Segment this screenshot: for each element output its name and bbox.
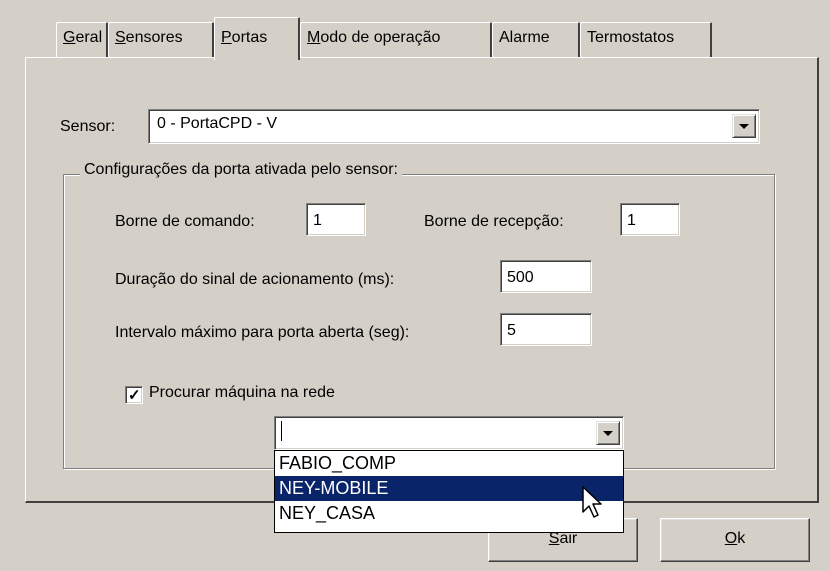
machine-combobox-value bbox=[281, 421, 282, 441]
chevron-down-icon[interactable] bbox=[732, 114, 756, 138]
procurar-label: Procurar máquina na rede bbox=[149, 384, 335, 401]
borne-recepcao-label: Borne de recepção: bbox=[424, 213, 564, 230]
chevron-down-icon[interactable] bbox=[596, 421, 620, 445]
list-item[interactable]: FABIO_COMP bbox=[275, 451, 623, 476]
check-icon: ✓ bbox=[128, 387, 141, 404]
ok-button[interactable]: Ok bbox=[660, 518, 810, 562]
borne-comando-label: Borne de comando: bbox=[115, 213, 255, 230]
intervalo-label: Intervalo máximo para porta aberta (seg)… bbox=[115, 324, 410, 341]
list-item[interactable]: NEY-MOBILE bbox=[275, 476, 623, 501]
machine-dropdown-list[interactable]: FABIO_COMP NEY-MOBILE NEY_CASA bbox=[274, 450, 624, 533]
mouse-cursor-icon bbox=[582, 486, 602, 518]
machine-combobox[interactable] bbox=[274, 416, 624, 450]
ok-label: k bbox=[737, 530, 746, 547]
door-config-title: Configurações da porta ativada pelo sens… bbox=[80, 161, 402, 179]
borne-recepcao-input[interactable] bbox=[620, 203, 680, 236]
sensor-select[interactable]: 0 - PortaCPD - V bbox=[148, 109, 760, 144]
procurar-checkbox[interactable]: ✓ bbox=[125, 386, 143, 404]
ok-mnemonic: O bbox=[724, 530, 738, 547]
duracao-input[interactable] bbox=[500, 260, 592, 293]
borne-comando-input[interactable] bbox=[306, 203, 366, 236]
intervalo-input[interactable] bbox=[500, 313, 592, 346]
list-item[interactable]: NEY_CASA bbox=[275, 501, 623, 526]
sensor-select-value: 0 - PortaCPD - V bbox=[157, 115, 278, 132]
sensor-label: Sensor: bbox=[60, 118, 116, 135]
duracao-label: Duração do sinal de acionamento (ms): bbox=[115, 271, 395, 288]
